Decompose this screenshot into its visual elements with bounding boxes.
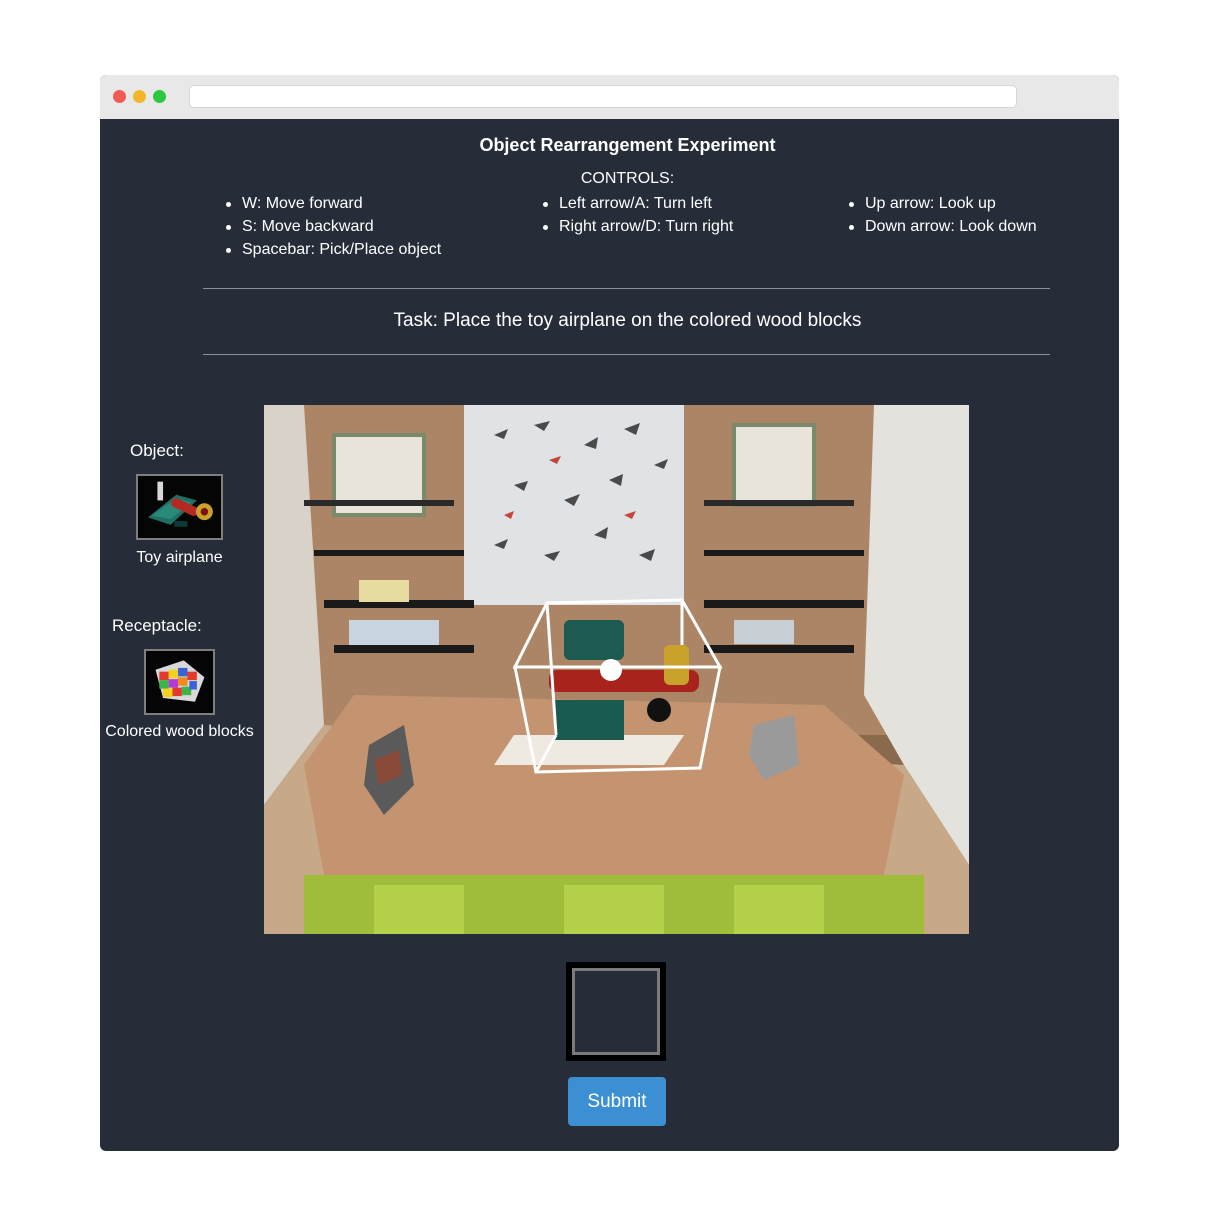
held-object-slot-inner [572,968,660,1055]
divider-bottom [203,354,1050,355]
controls-list-looking: Up arrow: Look up Down arrow: Look down [847,192,1037,238]
scene-viewport[interactable] [264,405,969,934]
object-name: Toy airplane [136,549,223,566]
maximize-window-icon[interactable] [153,90,166,103]
receptacle-label: Receptacle: [112,616,202,635]
control-item: S: Move backward [224,215,441,238]
wood-blocks-icon [146,651,213,713]
control-item: Up arrow: Look up [847,192,1037,215]
controls-list-turning: Left arrow/A: Turn left Right arrow/D: T… [541,192,733,238]
receptacle-name: Colored wood blocks [105,723,254,740]
control-item: Spacebar: Pick/Place object [224,238,441,261]
page-title: Object Rearrangement Experiment [479,135,776,155]
address-bar[interactable] [189,85,1017,108]
object-label: Object: [130,441,184,460]
minimize-window-icon[interactable] [133,90,146,103]
browser-window: Object Rearrangement Experiment CONTROLS… [100,75,1119,1151]
toy-airplane-icon [138,476,221,538]
control-item: Down arrow: Look down [847,215,1037,238]
wood-blocks-thumbnail [144,649,215,715]
controls-list-movement: W: Move forward S: Move backward Spaceba… [224,192,441,261]
experiment-page: Object Rearrangement Experiment CONTROLS… [100,119,1119,1151]
controls-heading: CONTROLS: [580,170,675,187]
toy-airplane-thumbnail [136,474,223,540]
crosshair-reticle [600,659,622,681]
task-instruction: Task: Place the toy airplane on the colo… [393,310,862,331]
control-item: W: Move forward [224,192,441,215]
scene-render [264,405,969,934]
control-item: Left arrow/A: Turn left [541,192,733,215]
submit-button[interactable]: Submit [568,1077,666,1126]
divider-top [203,288,1050,289]
held-object-slot [566,962,666,1061]
control-item: Right arrow/D: Turn right [541,215,733,238]
browser-titlebar [100,75,1119,119]
close-window-icon[interactable] [113,90,126,103]
